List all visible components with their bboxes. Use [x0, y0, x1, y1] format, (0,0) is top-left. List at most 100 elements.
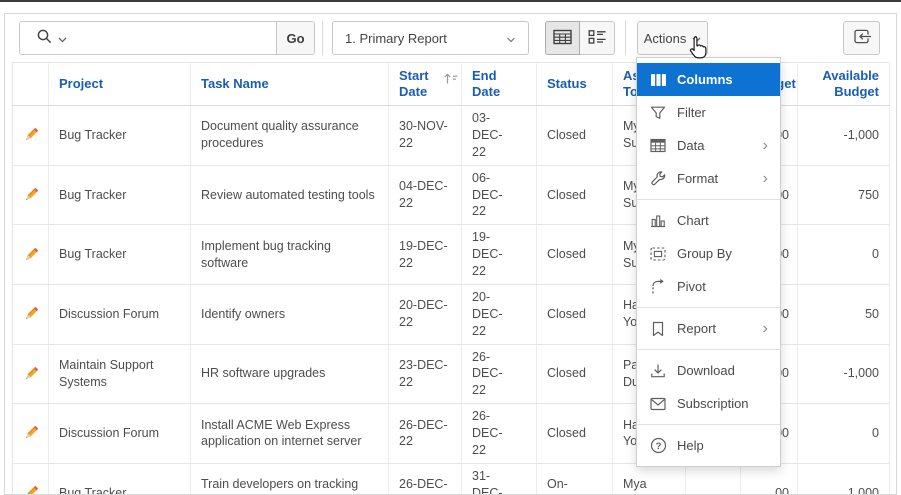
cell-task: Document quality assurance procedures [190, 105, 389, 166]
edit-pencil-icon[interactable] [22, 246, 40, 264]
table-row: Bug Tracker Train developers on tracking … [12, 463, 890, 494]
cell-available: 750 [797, 165, 890, 226]
cell-project: Bug Tracker [48, 105, 191, 166]
edit-row-cell [12, 224, 49, 285]
menu-item-label: Columns [677, 72, 733, 87]
cell-end: 26-DEC-22 [461, 344, 537, 405]
search-dropdown-button[interactable] [20, 22, 82, 54]
actions-button[interactable]: Actions [637, 21, 708, 55]
cell-task: Install ACME Web Express application on … [190, 403, 389, 464]
subscription-icon [649, 395, 667, 413]
edit-row-cell [12, 463, 49, 494]
cell-status: Closed [536, 165, 613, 226]
edit-pencil-icon[interactable] [22, 365, 40, 383]
column-header-task[interactable]: Task Name [190, 62, 389, 106]
cell-available: -1,000 [797, 344, 890, 405]
single-row-view-icon [588, 29, 607, 48]
column-header-label: Task Name [201, 75, 269, 91]
cell-end: 20-DEC-22 [461, 284, 537, 345]
cell-start: 19-DEC-22 [388, 224, 462, 285]
cell-project: Bug Tracker [48, 463, 191, 494]
cell-status: Closed [536, 105, 613, 166]
cell-task: Identify owners [190, 284, 389, 345]
saved-report-select[interactable]: 1. Primary Report [332, 21, 529, 55]
cell-start: 30-NOV-22 [388, 105, 462, 166]
menu-divider [637, 307, 780, 308]
cell-task: Review automated testing tools [190, 165, 389, 226]
go-button[interactable]: Go [276, 22, 314, 54]
cell-budget: 00 [740, 463, 798, 494]
reset-icon [852, 27, 872, 49]
menu-item-data[interactable]: Data › [637, 129, 780, 162]
cell-project: Discussion Forum [48, 284, 191, 345]
menu-item-label: Report [677, 321, 717, 336]
cell-task: Train developers on tracking bugs [190, 463, 389, 494]
help-icon: ? [649, 437, 667, 455]
grid-view-button[interactable] [545, 21, 580, 55]
menu-item-chart[interactable]: Chart [637, 204, 780, 237]
download-icon [649, 362, 667, 380]
cell-status: Closed [536, 224, 613, 285]
menu-item-filter[interactable]: Filter [637, 96, 780, 129]
cell-task: Implement bug tracking software [190, 224, 389, 285]
column-header-start[interactable]: Start Date [388, 62, 462, 106]
search-input[interactable] [82, 22, 276, 54]
top-border-line [0, 0, 901, 2]
cell-start: 20-DEC-22 [388, 284, 462, 345]
single-row-view-button[interactable] [580, 21, 615, 55]
view-toggle-group [545, 21, 615, 55]
cell-end: 19-DEC-22 [461, 224, 537, 285]
submenu-chevron-icon: › [762, 169, 768, 187]
menu-item-columns[interactable]: Columns [637, 63, 780, 96]
edit-row-cell [12, 344, 49, 405]
cell-start: 23-DEC-22 [388, 344, 462, 405]
submenu-chevron-icon: › [762, 319, 768, 337]
menu-item-report[interactable]: Report › [637, 312, 780, 345]
group-by-icon [649, 245, 667, 263]
edit-row-cell [12, 284, 49, 345]
edit-row-cell [12, 403, 49, 464]
edit-pencil-icon[interactable] [22, 424, 40, 442]
cell-project: Bug Tracker [48, 165, 191, 226]
menu-item-format[interactable]: Format › [637, 162, 780, 195]
toolbar-separator [322, 21, 323, 55]
cell-end: 06-DEC-22 [461, 165, 537, 226]
column-header-available[interactable]: Available Budget [797, 62, 890, 106]
actions-menu: Columns Filter Data › Format › Chart Group By Pi… [636, 57, 781, 467]
menu-item-subscription[interactable]: Subscription [637, 387, 780, 420]
search-icon [36, 28, 53, 48]
cell-available: 50 [797, 284, 890, 345]
edit-pencil-icon[interactable] [22, 186, 40, 204]
cell-available: -1,000 [797, 105, 890, 166]
cell-status: On-Hold [536, 463, 613, 494]
cell-assigned: Mya Sutherland [612, 463, 686, 494]
menu-divider [637, 199, 780, 200]
cell-cost [685, 463, 741, 494]
cell-project: Discussion Forum [48, 403, 191, 464]
saved-report-select-value: 1. Primary Report [345, 30, 447, 46]
edit-pencil-icon[interactable] [22, 126, 40, 144]
column-header-project[interactable]: Project [48, 62, 191, 106]
cell-start: 04-DEC-22 [388, 165, 462, 226]
column-header-status[interactable]: Status [536, 62, 613, 106]
chevron-down-icon [58, 31, 67, 46]
cell-end: 31-DEC-22 [461, 463, 537, 494]
edit-pencil-icon[interactable] [22, 484, 40, 494]
cell-project: Maintain Support Systems [48, 344, 191, 405]
menu-item-label: Chart [677, 213, 709, 228]
edit-pencil-icon[interactable] [22, 305, 40, 323]
toolbar-separator [625, 21, 626, 55]
menu-item-pivot[interactable]: Pivot [637, 270, 780, 303]
menu-item-group-by[interactable]: Group By [637, 237, 780, 270]
menu-item-help[interactable]: ? Help [637, 429, 780, 462]
menu-item-label: Filter [677, 105, 706, 120]
menu-item-download[interactable]: Download [637, 354, 780, 387]
menu-divider [637, 424, 780, 425]
reset-report-button[interactable] [843, 21, 880, 55]
pivot-icon [649, 278, 667, 296]
cell-task: HR software upgrades [190, 344, 389, 405]
column-header-label: Start Date [399, 67, 429, 99]
column-header-end[interactable]: End Date [461, 62, 537, 106]
cell-status: Closed [536, 284, 613, 345]
edit-row-cell [12, 105, 49, 166]
